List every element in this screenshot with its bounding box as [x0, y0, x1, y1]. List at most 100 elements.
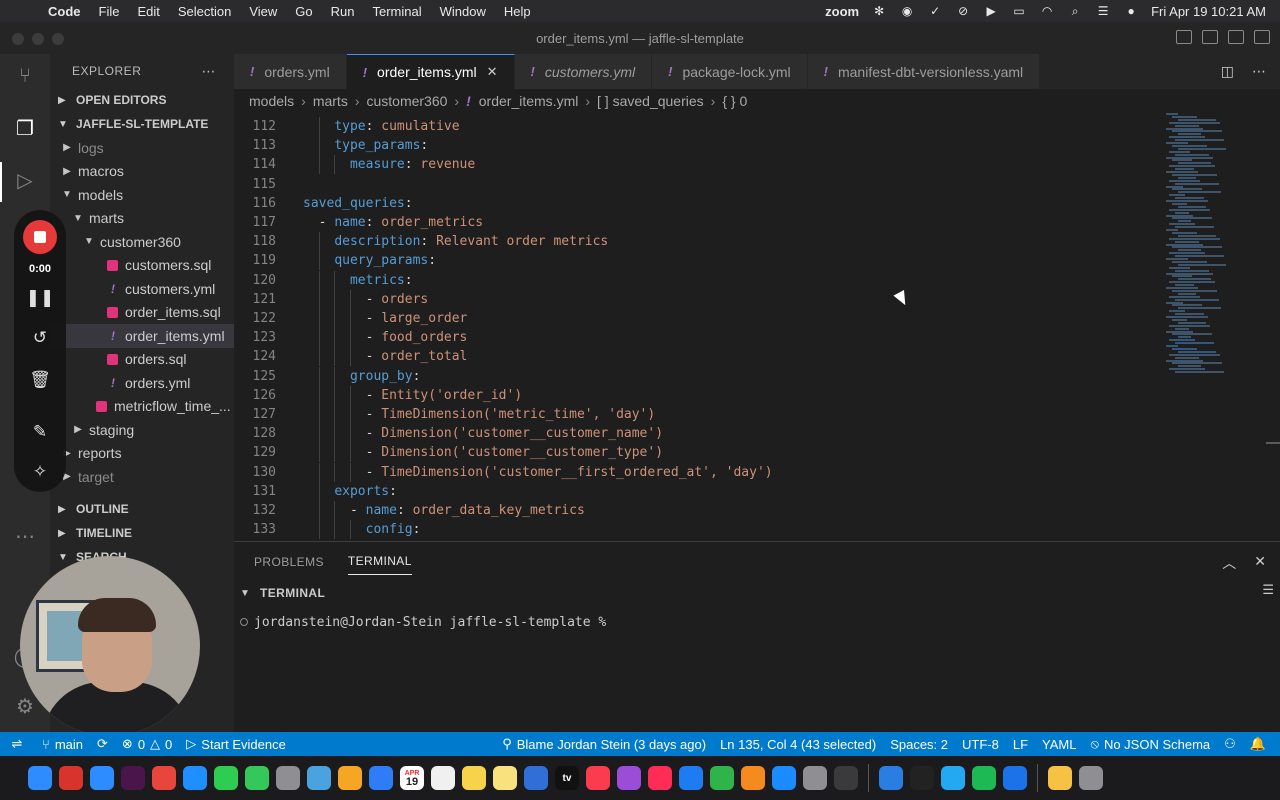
- code-line[interactable]: 133 config:: [234, 520, 1154, 540]
- cursor-position-status[interactable]: Ln 135, Col 4 (43 selected): [720, 737, 876, 752]
- launchpad-icon[interactable]: [276, 766, 300, 790]
- breadcrumb-marts[interactable]: marts: [313, 93, 348, 109]
- freeform-icon[interactable]: [524, 766, 548, 790]
- tree-item-metricflow-time-[interactable]: metricflow_time_...: [50, 395, 234, 419]
- breadcrumb-index[interactable]: { } 0: [722, 93, 747, 109]
- spotify-icon[interactable]: [972, 766, 996, 790]
- play-status-icon[interactable]: ▶: [983, 4, 999, 18]
- code-line[interactable]: 131 exports:: [234, 481, 1154, 501]
- notifications-bell-icon[interactable]: 🔔: [1250, 736, 1266, 752]
- tab-customers-yml[interactable]: ! customers.yml: [514, 54, 653, 89]
- code-line[interactable]: 120 metrics:: [234, 270, 1154, 290]
- run-debug-icon[interactable]: ▷: [13, 168, 37, 192]
- zoom-window-button[interactable]: [52, 33, 64, 45]
- toggle-secondary-sidebar-icon[interactable]: [1228, 30, 1244, 44]
- breadcrumb-file[interactable]: order_items.yml: [479, 93, 579, 109]
- tree-item-order-items-sql[interactable]: order_items.sql: [50, 301, 234, 325]
- code-line[interactable]: 118 description: Relevant order metrics: [234, 232, 1154, 252]
- link-status-icon[interactable]: ⊘: [955, 4, 971, 18]
- code-line[interactable]: 127 - TimeDimension('metric_time', 'day'…: [234, 405, 1154, 424]
- help-icon[interactable]: [834, 766, 858, 790]
- menu-terminal[interactable]: Terminal: [373, 4, 422, 19]
- breadcrumb-models[interactable]: models: [249, 93, 294, 109]
- numbers-icon[interactable]: [710, 766, 734, 790]
- vscode-icon[interactable]: [941, 766, 965, 790]
- battery-icon[interactable]: ▭: [1011, 4, 1027, 18]
- eol-status[interactable]: LF: [1013, 737, 1028, 752]
- minimize-window-button[interactable]: [32, 33, 44, 45]
- code-line[interactable]: 128 - Dimension('customer__customer_name…: [234, 424, 1154, 444]
- spotlight-search-icon[interactable]: ⌕: [1067, 4, 1083, 18]
- gear-status-icon[interactable]: ✻: [871, 4, 887, 18]
- check-status-icon[interactable]: ✓: [927, 4, 943, 18]
- mail-icon[interactable]: [369, 766, 393, 790]
- code-line[interactable]: 115: [234, 175, 1154, 194]
- preview-icon[interactable]: [1048, 766, 1072, 790]
- menu-edit[interactable]: Edit: [137, 4, 159, 19]
- wifi-icon[interactable]: ◠: [1039, 4, 1055, 18]
- tab-package-lock-yml[interactable]: ! package-lock.yml: [652, 54, 808, 89]
- language-mode-status[interactable]: YAML: [1042, 737, 1076, 752]
- breadcrumb-customer360[interactable]: customer360: [366, 93, 447, 109]
- tree-item-customer360[interactable]: ▼ customer360: [50, 230, 234, 254]
- pages-icon[interactable]: [741, 766, 765, 790]
- notes-icon[interactable]: [462, 766, 486, 790]
- podcasts-icon[interactable]: [617, 766, 641, 790]
- tree-item-macros[interactable]: ▶ macros: [50, 160, 234, 184]
- safari-icon[interactable]: [183, 766, 207, 790]
- open-editors-section[interactable]: ▶ OPEN EDITORS: [50, 88, 234, 112]
- tree-item-orders-yml[interactable]: ! orders.yml: [50, 371, 234, 395]
- control-center-icon[interactable]: ☰: [1095, 4, 1111, 18]
- git-blame-status[interactable]: ⚲ Blame Jordan Stein (3 days ago): [502, 736, 706, 752]
- code-line[interactable]: 132 - name: order_data_key_metrics: [234, 501, 1154, 520]
- split-editor-icon[interactable]: ◫: [1221, 63, 1234, 80]
- menu-view[interactable]: View: [249, 4, 277, 19]
- code-line[interactable]: 116 saved_queries:: [234, 194, 1154, 213]
- code-line[interactable]: 125 group_by:: [234, 366, 1154, 386]
- zoom-menu-extra[interactable]: zoom: [825, 4, 859, 19]
- messages-icon[interactable]: [245, 766, 269, 790]
- screen-record-status-icon[interactable]: ◉: [899, 4, 915, 18]
- problems-status[interactable]: ⊗ 0 △ 0: [122, 736, 172, 752]
- maximize-panel-icon[interactable]: ︿: [1222, 553, 1236, 573]
- 1password-icon[interactable]: [1003, 766, 1027, 790]
- outline-section[interactable]: ▶ OUTLINE: [50, 497, 234, 521]
- tree-item-target[interactable]: ▶ target: [50, 465, 234, 489]
- menu-run[interactable]: Run: [331, 4, 355, 19]
- finder-icon[interactable]: [28, 766, 52, 790]
- terminal-icon[interactable]: [910, 766, 934, 790]
- start-evidence-button[interactable]: ▷ Start Evidence: [186, 736, 286, 752]
- menu-go[interactable]: Go: [295, 4, 312, 19]
- tab-problems[interactable]: PROBLEMS: [254, 549, 324, 575]
- close-window-button[interactable]: [12, 33, 24, 45]
- siri-icon[interactable]: ●: [1123, 4, 1139, 18]
- effects-icon[interactable]: ✧: [28, 460, 52, 484]
- explorer-more-actions-icon[interactable]: ⋯: [202, 63, 217, 80]
- close-tab-icon[interactable]: ✕: [487, 64, 498, 80]
- tv-icon[interactable]: tv: [555, 766, 579, 790]
- tree-item-order-items-yml[interactable]: ! order_items.yml: [50, 324, 234, 348]
- trash-icon[interactable]: 🗑: [28, 368, 52, 392]
- tab-order-items-yml[interactable]: ! order_items.yml ✕: [346, 54, 515, 89]
- code-line[interactable]: 123 - food_orders: [234, 328, 1154, 348]
- terminal-section-header[interactable]: ▼ TERMINAL: [234, 581, 1280, 605]
- chrome-icon[interactable]: [152, 766, 176, 790]
- editor-more-actions-icon[interactable]: ⋯: [1252, 63, 1266, 80]
- source-control-icon[interactable]: ⑂: [13, 64, 37, 88]
- code-line[interactable]: 112 type: cumulative: [234, 117, 1154, 136]
- terminal-list-icon[interactable]: ☰: [1262, 582, 1274, 598]
- sync-icon[interactable]: ⟳: [97, 736, 108, 752]
- code-editor[interactable]: 112 type: cumulative 113 type_params: 114 …: [234, 113, 1280, 541]
- code-line[interactable]: 130 - TimeDimension('customer__first_ord…: [234, 462, 1154, 482]
- photos-icon[interactable]: [338, 766, 362, 790]
- pen-icon[interactable]: ✎: [28, 420, 52, 444]
- menu-window[interactable]: Window: [440, 4, 486, 19]
- breadcrumb-saved-queries[interactable]: [ ] saved_queries: [597, 93, 704, 109]
- code-line[interactable]: 121 - orders: [234, 289, 1154, 309]
- accounts-status-icon[interactable]: ⚇: [1224, 736, 1236, 752]
- bluetooth-icon[interactable]: [879, 766, 903, 790]
- remote-indicator-icon[interactable]: ⇌: [0, 732, 34, 756]
- zoom-icon[interactable]: [90, 766, 114, 790]
- indentation-status[interactable]: Spaces: 2: [890, 737, 948, 752]
- calendar-icon[interactable]: APR 19: [400, 766, 424, 790]
